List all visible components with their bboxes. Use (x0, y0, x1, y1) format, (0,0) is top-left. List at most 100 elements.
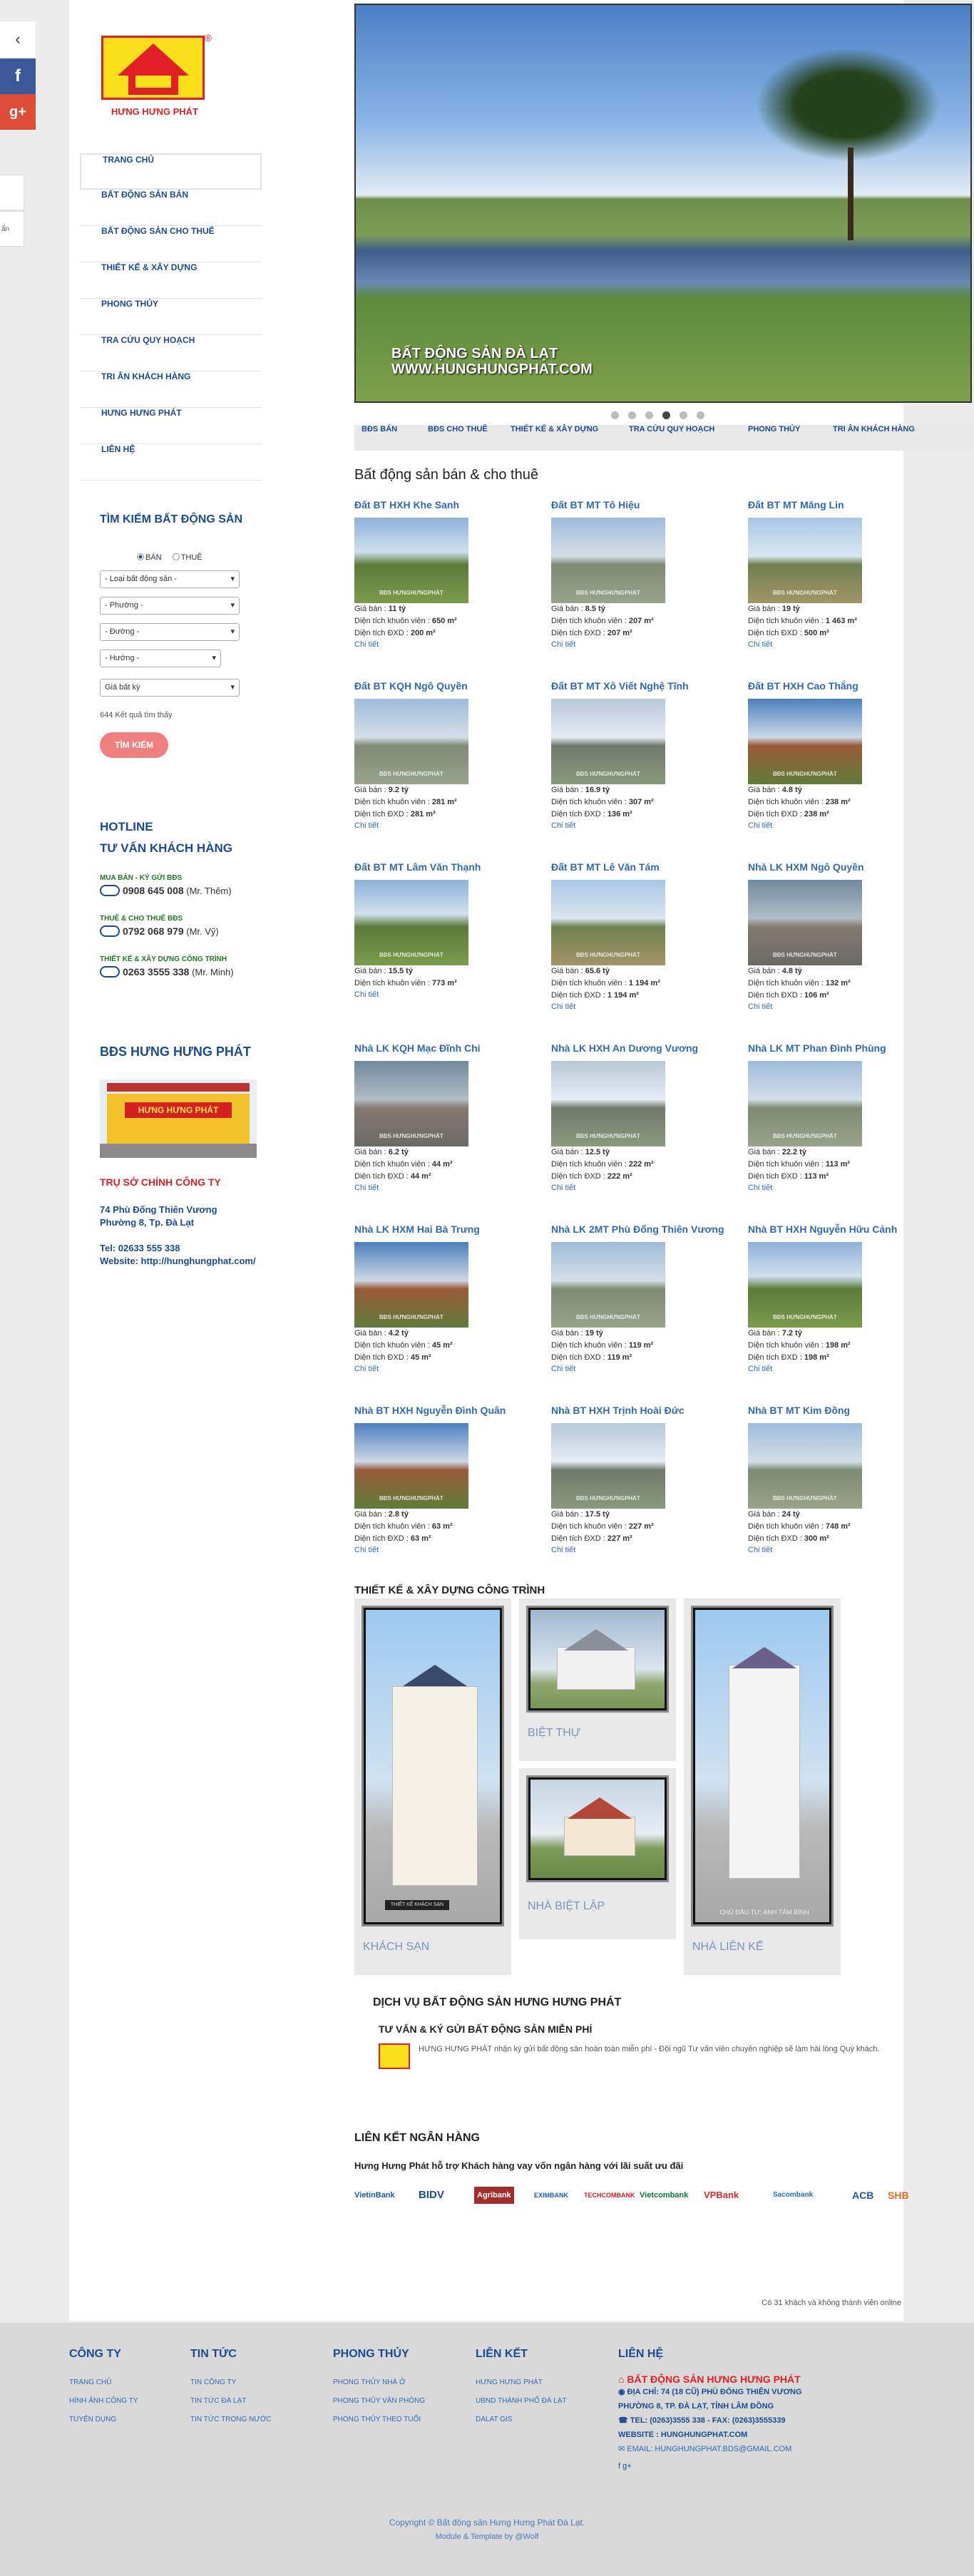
menu-item-sale[interactable]: BẤT ĐỘNG SẢN BÁN (80, 190, 262, 226)
footer-social-icons[interactable]: f g+ (618, 2462, 802, 2470)
property-photo[interactable]: BĐS HƯNGHƯNGPHÁT (354, 880, 468, 965)
bank-logo[interactable]: TECHCOMBANK (584, 2187, 635, 2204)
design-card-hotel[interactable]: THIẾT KẾ KHÁCH SẠN KHÁCH SẠN (354, 1599, 511, 1975)
ward-select[interactable]: - Phường - (100, 597, 240, 615)
property-card[interactable]: Nhà LK 2MT Phù Đổng Thiên Vương BĐS HƯNGH… (551, 1223, 737, 1375)
slider-dot[interactable] (611, 411, 619, 419)
footer-link[interactable]: HƯNG HƯNG PHÁT (476, 2374, 567, 2392)
cat-link-sale[interactable]: BĐS BÁN (362, 425, 397, 433)
property-photo[interactable]: BĐS HƯNGHƯNGPHÁT (551, 518, 665, 603)
property-photo[interactable]: BĐS HƯNGHƯNGPHÁT (748, 880, 862, 965)
property-photo[interactable]: BĐS HƯNGHƯNGPHÁT (748, 1242, 862, 1328)
footer-link[interactable]: TIN TỨC ĐÀ LẠT (190, 2392, 272, 2411)
property-card[interactable]: Đất BT MT Măng Lin BĐS HƯNGHƯNGPHÁT Giá bá… (748, 499, 933, 650)
property-card[interactable]: Nhà BT MT Kim Đồng BĐS HƯNGHƯNGPHÁT Giá bá… (748, 1405, 933, 1556)
site-logo[interactable]: ® HƯNG HƯNG PHÁT (98, 32, 212, 121)
property-card[interactable]: Đất BT MT Lê Văn Tám BĐS HƯNGHƯNGPHÁT Giá … (551, 861, 737, 1012)
property-details-link[interactable]: Chi tiết (354, 1183, 540, 1194)
property-photo[interactable]: BĐS HƯNGHƯNGPHÁT (354, 1423, 468, 1509)
facebook-share-icon[interactable]: f (0, 58, 36, 94)
menu-item-gratitude[interactable]: TRI ÂN KHÁCH HÀNG (80, 371, 262, 408)
property-photo[interactable]: BĐS HƯNGHƯNGPHÁT (748, 518, 862, 603)
design-card-detached[interactable]: NHÀ BIỆT LẬP (519, 1768, 676, 1939)
radio-ban[interactable]: BÁN (137, 553, 162, 562)
bank-logo[interactable]: ACB (852, 2187, 873, 2204)
property-card[interactable]: Đất BT HXH Cao Thắng BĐS HƯNGHƯNGPHÁT Giá … (748, 680, 933, 831)
footer-link[interactable]: DALAT GIS (476, 2411, 567, 2429)
bank-logo[interactable]: Vietcombank (640, 2187, 688, 2204)
property-card[interactable]: Đất BT MT Tô Hiệu BĐS HƯNGHƯNGPHÁT Giá bán… (551, 499, 737, 650)
property-title[interactable]: Đất BT MT Tô Hiệu (551, 499, 737, 510)
slider-dot[interactable] (628, 411, 636, 419)
property-details-link[interactable]: Chi tiết (551, 1364, 737, 1375)
property-title[interactable]: Đất BT MT Măng Lin (748, 499, 933, 510)
hero-slider[interactable]: BẤT ĐỘNG SẢN ĐÀ LẠT WWW.HUNGHUNGPHAT.COM (354, 4, 972, 403)
property-details-link[interactable]: Chi tiết (748, 821, 933, 831)
property-photo[interactable]: BĐS HƯNGHƯNGPHÁT (748, 699, 862, 784)
property-details-link[interactable]: Chi tiết (551, 1183, 737, 1194)
property-details-link[interactable]: Chi tiết (354, 990, 540, 1000)
bank-logo[interactable]: VPBank (704, 2187, 739, 2204)
property-details-link[interactable]: Chi tiết (748, 640, 933, 650)
property-card[interactable]: Đất BT MT Xô Viết Nghệ Tĩnh BĐS HƯNGHƯNGP… (551, 680, 737, 831)
property-title[interactable]: Nhà LK MT Phan Đình Phùng (748, 1042, 933, 1054)
property-photo[interactable]: BĐS HƯNGHƯNGPHÁT (551, 699, 665, 784)
bank-logo[interactable]: BIDV (419, 2187, 444, 2204)
property-type-select[interactable]: - Loại bất động sản - (100, 570, 240, 588)
collapse-arrow-icon[interactable]: ‹ (0, 21, 36, 57)
slider-dot[interactable] (697, 411, 704, 419)
footer-link[interactable]: TIN TỨC TRONG NƯỚC (190, 2411, 272, 2429)
cat-link-gratitude[interactable]: TRI ÂN KHÁCH HÀNG (833, 425, 915, 433)
radio-thue[interactable]: THUÊ (172, 553, 203, 562)
property-photo[interactable]: BĐS HƯNGHƯNGPHÁT (551, 880, 665, 965)
property-title[interactable]: Đất BT MT Lê Văn Tám (551, 861, 737, 873)
property-card[interactable]: Nhà LK HXM Hai Bà Trưng BĐS HƯNGHƯNGPHÁT G… (354, 1223, 540, 1375)
property-photo[interactable]: BĐS HƯNGHƯNGPHÁT (354, 699, 468, 784)
hotline-phone[interactable]: 0263 3555 338 (123, 966, 189, 977)
property-title[interactable]: Nhà BT HXH Nguyễn Hữu Cảnh (748, 1223, 933, 1235)
search-button[interactable]: TÌM KIẾM (100, 732, 168, 758)
property-photo[interactable]: BĐS HƯNGHƯNGPHÁT (354, 1061, 468, 1146)
menu-item-company[interactable]: HƯNG HƯNG PHÁT (80, 408, 262, 444)
property-details-link[interactable]: Chi tiết (354, 1545, 540, 1556)
property-title[interactable]: Nhà LK HXM Ngô Quyền (748, 861, 933, 873)
property-photo[interactable]: BĐS HƯNGHƯNGPHÁT (748, 1423, 862, 1509)
street-select[interactable]: - Đường - (100, 623, 240, 641)
footer-link[interactable]: PHONG THỦY THEO TUỔI (333, 2411, 425, 2429)
property-details-link[interactable]: Chi tiết (354, 640, 540, 650)
footer-link[interactable]: PHONG THỦY VĂN PHÒNG (333, 2392, 425, 2411)
menu-item-home[interactable]: TRANG CHỦ (80, 153, 262, 190)
property-card[interactable]: Đất BT HXH Khe Sanh BĐS HƯNGHƯNGPHÁT Giá b… (354, 499, 540, 650)
property-title[interactable]: Đất BT MT Lâm Văn Thạnh (354, 861, 540, 873)
googleplus-share-icon[interactable]: g+ (0, 94, 36, 130)
property-card[interactable]: Nhà LK HXH An Dương Vương BĐS HƯNGHƯNGPHÁ… (551, 1042, 737, 1194)
bank-logo[interactable]: EXIMBANK (534, 2187, 568, 2204)
footer-link[interactable]: HÌNH ẢNH CÔNG TY (69, 2392, 138, 2411)
property-details-link[interactable]: Chi tiết (551, 1545, 737, 1556)
menu-item-contact[interactable]: LIÊN HỆ (80, 444, 262, 481)
property-title[interactable]: Nhà BT HXH Trịnh Hoài Đức (551, 1405, 737, 1416)
property-title[interactable]: Đất BT KQH Ngô Quyền (354, 680, 540, 692)
hotline-phone[interactable]: 0792 068 979 (123, 925, 184, 937)
property-card[interactable]: Nhà LK HXM Ngô Quyền BĐS HƯNGHƯNGPHÁT Giá … (748, 861, 933, 1012)
property-details-link[interactable]: Chi tiết (748, 1364, 933, 1375)
property-details-link[interactable]: Chi tiết (551, 1002, 737, 1012)
property-card[interactable]: Nhà LK MT Phan Đình Phùng BĐS HƯNGHƯNGPHÁ… (748, 1042, 933, 1194)
property-card[interactable]: Đất BT MT Lâm Văn Thạnh BĐS HƯNGHƯNGPHÁT G… (354, 861, 540, 1000)
footer-link[interactable]: PHONG THỦY NHÀ Ở (333, 2374, 425, 2392)
property-details-link[interactable]: Chi tiết (748, 1545, 933, 1556)
property-card[interactable]: Đất BT KQH Ngô Quyền BĐS HƯNGHƯNGPHÁT Giá … (354, 680, 540, 831)
hq-website[interactable]: Website: http://hunghungphat.com/ (100, 1255, 271, 1268)
property-title[interactable]: Nhà LK 2MT Phù Đổng Thiên Vương (551, 1223, 737, 1235)
property-title[interactable]: Nhà LK KQH Mạc Đĩnh Chi (354, 1042, 540, 1054)
property-details-link[interactable]: Chi tiết (551, 821, 737, 831)
property-title[interactable]: Nhà LK HXM Hai Bà Trưng (354, 1223, 540, 1235)
property-title[interactable]: Đất BT HXH Cao Thắng (748, 680, 933, 692)
footer-link[interactable]: TIN CÔNG TY (190, 2374, 272, 2392)
slider-dot[interactable] (645, 411, 653, 419)
property-details-link[interactable]: Chi tiết (748, 1002, 933, 1012)
cat-link-design[interactable]: THIẾT KẾ & XÂY DỰNG (511, 425, 598, 433)
footer-link[interactable]: TRANG CHỦ (69, 2374, 138, 2392)
property-photo[interactable]: BĐS HƯNGHƯNGPHÁT (551, 1423, 665, 1509)
cat-link-fengshui[interactable]: PHONG THỦY (748, 425, 800, 433)
